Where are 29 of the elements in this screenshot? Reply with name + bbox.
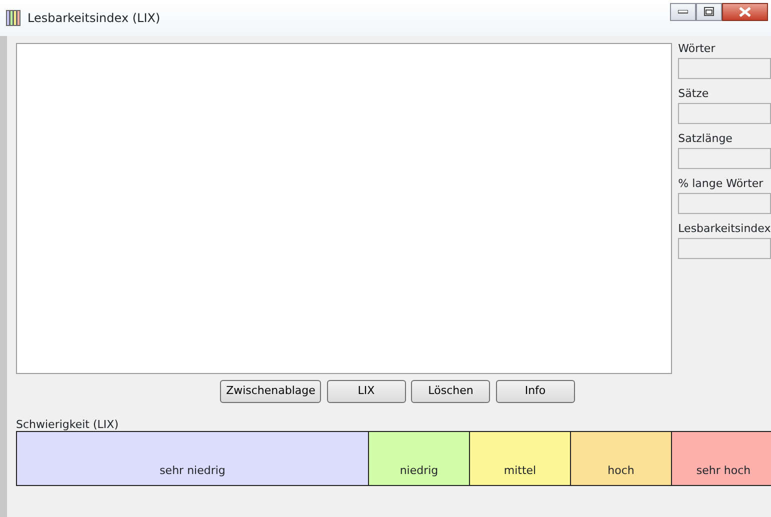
output-field[interactable] [678,58,771,79]
output-field[interactable] [678,193,771,214]
minimize-button[interactable] [670,2,696,21]
action-button[interactable]: Info [496,380,575,402]
scale-segment: mittel [470,432,571,484]
action-button[interactable]: Zwischenablage [220,380,322,402]
text-area[interactable] [16,43,672,374]
app-icon [6,10,22,26]
field-label: Wörter [678,41,716,57]
maximize-icon [704,7,714,16]
field-label: Sätze [678,86,710,102]
close-icon [738,6,750,17]
field-label: Lesbarkeitsindex [678,221,771,237]
scale-segment: niedrig [369,432,470,484]
output-field[interactable] [678,238,771,259]
field-label: Satzlänge [678,131,734,147]
minimize-icon [678,10,688,14]
scale-segment: sehr hoch [672,432,771,484]
action-button[interactable]: Löschen [411,380,490,402]
output-field[interactable] [678,148,771,169]
field-label: % lange Wörter [678,176,764,192]
scale-segment: sehr niedrig [17,432,369,484]
window-title: Lesbarkeitsindex (LIX) [28,10,160,27]
close-button[interactable] [722,2,768,21]
scale-title: Schwierigkeit (LIX) [16,416,120,430]
scale-segment: hoch [571,432,672,484]
maximize-button[interactable] [696,2,722,21]
output-field[interactable] [678,103,771,124]
action-button[interactable]: LIX [326,380,406,402]
